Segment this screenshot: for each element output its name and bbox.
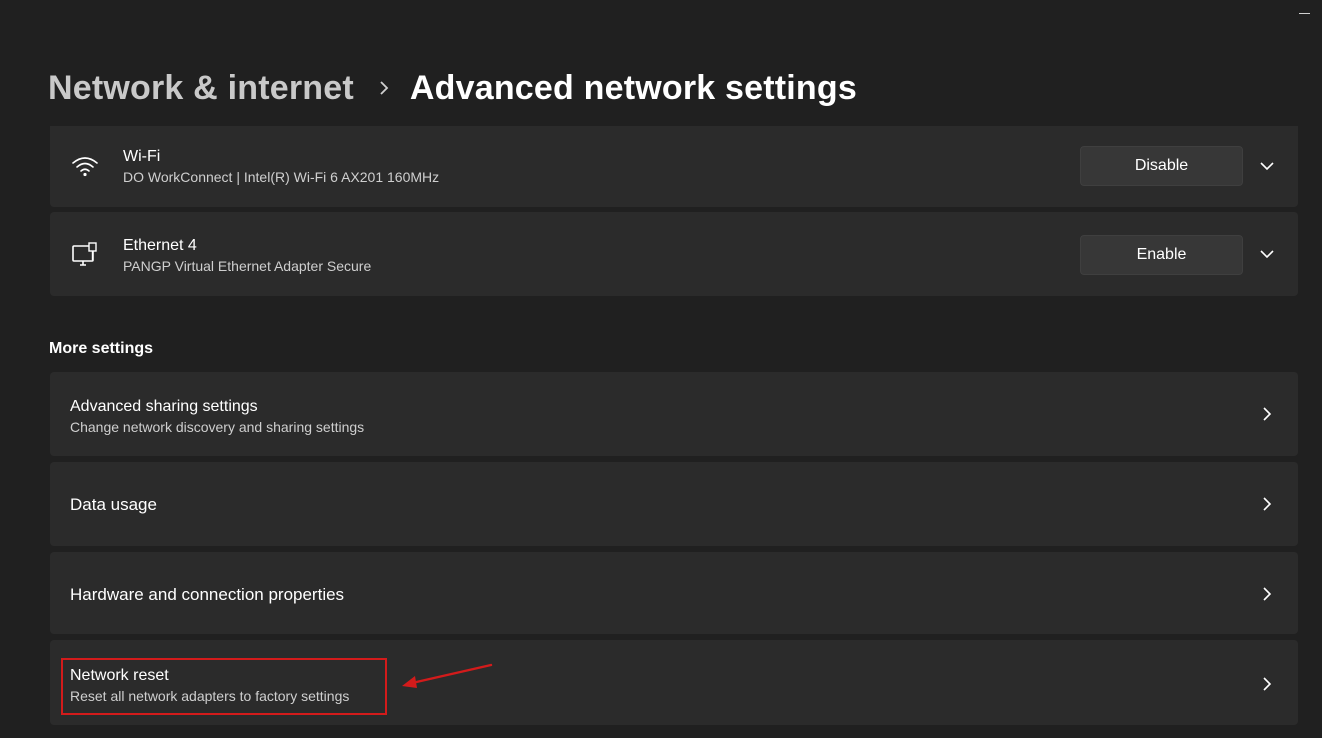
chevron-right-icon: [1255, 492, 1279, 516]
highlight-annotation: [61, 658, 387, 715]
adapter-name: Ethernet 4: [123, 237, 197, 254]
breadcrumb: Network & internet Advanced network sett…: [48, 64, 857, 112]
adapter-description: PANGP Virtual Ethernet Adapter Secure: [123, 258, 372, 274]
section-heading: More settings: [49, 340, 154, 357]
annotation-arrow-icon: [402, 663, 493, 688]
chevron-down-icon[interactable]: [1255, 242, 1279, 266]
chevron-right-icon: [1255, 582, 1279, 606]
chevron-right-icon: [1255, 402, 1279, 426]
adapter-name: Wi-Fi: [123, 148, 161, 165]
disable-button[interactable]: Disable: [1080, 146, 1243, 186]
chevron-right-icon: [1255, 672, 1279, 696]
adapter-card-wifi: Wi-Fi DO WorkConnect | Intel(R) Wi-Fi 6 …: [50, 126, 1298, 207]
item-title: Hardware and connection properties: [70, 585, 345, 604]
wifi-icon: [70, 151, 100, 181]
adapter-description: DO WorkConnect | Intel(R) Wi-Fi 6 AX201 …: [123, 169, 440, 185]
item-title: Data usage: [70, 495, 157, 514]
settings-item-advanced-sharing[interactable]: Advanced sharing settings Change network…: [50, 372, 1298, 456]
enable-button[interactable]: Enable: [1080, 235, 1243, 275]
settings-item-data-usage[interactable]: Data usage: [50, 462, 1298, 546]
chevron-right-icon: [378, 80, 390, 96]
settings-item-hardware-properties[interactable]: Hardware and connection properties: [50, 552, 1298, 634]
minimize-button[interactable]: [1292, 2, 1316, 24]
page-title: Advanced network settings: [409, 68, 857, 107]
ethernet-icon: [70, 240, 100, 270]
adapter-card-ethernet: Ethernet 4 PANGP Virtual Ethernet Adapte…: [50, 212, 1298, 296]
breadcrumb-parent-link[interactable]: Network & internet: [48, 69, 354, 108]
item-subtitle: Change network discovery and sharing set…: [70, 419, 365, 435]
item-title: Advanced sharing settings: [70, 398, 258, 415]
chevron-down-icon[interactable]: [1255, 154, 1279, 178]
